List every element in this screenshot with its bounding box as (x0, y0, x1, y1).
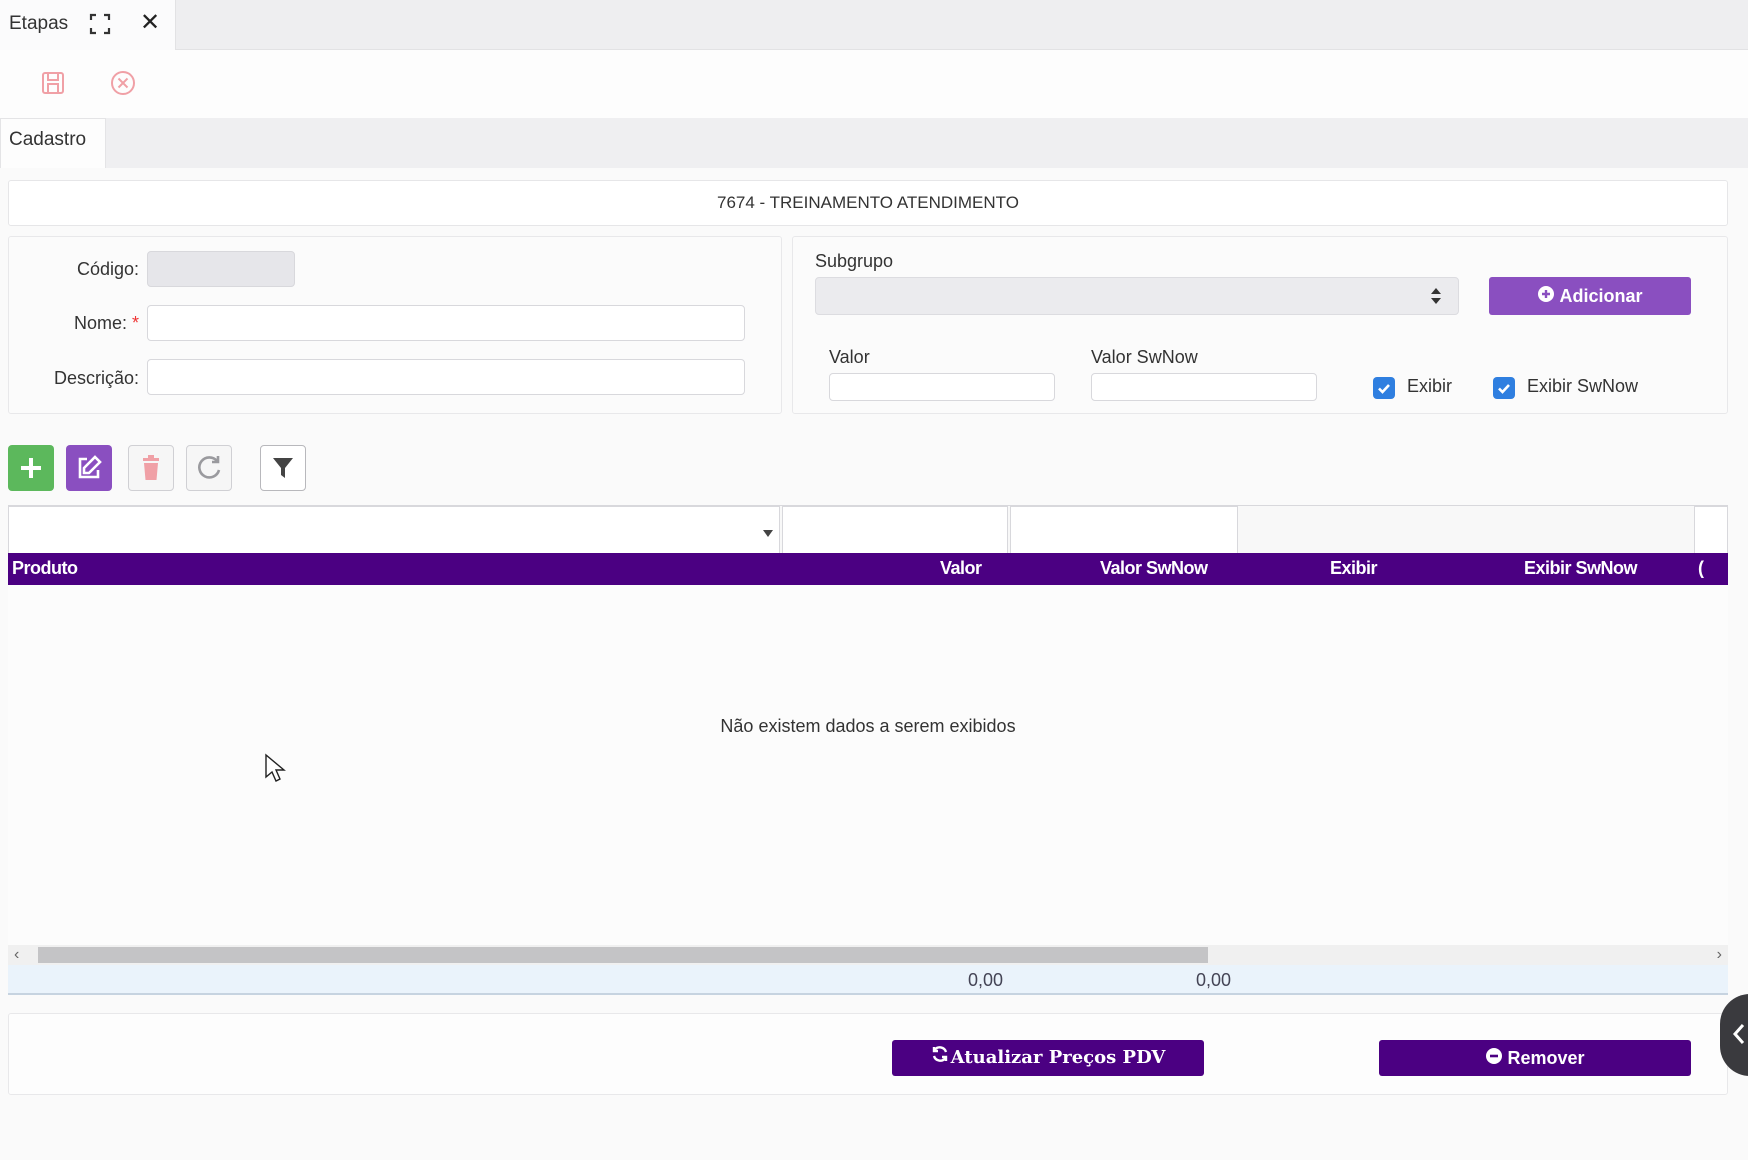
record-title: 7674 - TREINAMENTO ATENDIMENTO (8, 180, 1728, 226)
toolbar (0, 50, 1748, 118)
subgrupo-label: Subgrupo (815, 251, 894, 271)
main-form-panel: Código: Nome: * Descrição: (8, 236, 782, 414)
cursor-icon (264, 753, 286, 788)
valor-swnow-input[interactable] (1091, 373, 1317, 401)
scroll-thumb[interactable] (38, 947, 1208, 963)
filter-produto[interactable] (8, 506, 780, 554)
col-exibir[interactable]: Exibir (1330, 558, 1378, 579)
exibir-checkbox[interactable] (1373, 377, 1395, 399)
filter-valor[interactable] (782, 506, 1008, 554)
grid-filter-row (8, 505, 1728, 554)
codigo-input (147, 251, 295, 287)
filter-valor-swnow[interactable] (1010, 506, 1238, 554)
col-valor-swnow[interactable]: Valor SwNow (1100, 558, 1208, 579)
valor-input[interactable] (829, 373, 1055, 401)
minus-circle-icon (1485, 1041, 1503, 1077)
atualizar-precos-button[interactable]: Atualizar Preços PDV (892, 1040, 1204, 1076)
refresh-icon (198, 456, 221, 479)
select-arrows-icon (1430, 287, 1442, 310)
section-tabs: Cadastro (0, 118, 1748, 168)
chevron-left-icon (1732, 1022, 1746, 1051)
edit-row-button[interactable] (66, 445, 112, 491)
total-valor-swnow: 0,00 (1196, 970, 1232, 990)
total-valor: 0,00 (968, 970, 1004, 990)
adicionar-label: Adicionar (1559, 286, 1643, 306)
nome-label: Nome: * (73, 313, 139, 333)
adicionar-button[interactable]: Adicionar (1489, 277, 1691, 315)
scroll-left-icon[interactable]: ‹ (14, 946, 19, 964)
atualizar-precos-label: Atualizar Preços PDV (950, 1047, 1166, 1068)
window-tabstrip: Etapas ✕ (0, 0, 1748, 50)
delete-row-button[interactable] (128, 445, 174, 491)
plus-circle-icon (1537, 278, 1555, 316)
exibir-label: Exibir (1407, 376, 1453, 396)
col-produto[interactable]: Produto (12, 558, 78, 579)
edit-icon (78, 455, 102, 479)
filter-icon (273, 458, 293, 478)
bottom-actions-panel: Atualizar Preços PDV Remover (8, 1013, 1728, 1095)
sync-icon (931, 1040, 949, 1076)
exibir-swnow-checkbox[interactable] (1493, 377, 1515, 399)
app-root: Etapas ✕ Cadastro 7674 - TREINAMENTO ATE… (0, 0, 1748, 1160)
descricao-input[interactable] (147, 359, 745, 395)
valor-label: Valor (829, 347, 870, 367)
col-extra[interactable]: ( (1698, 558, 1704, 579)
grid-horizontal-scrollbar[interactable]: ‹ › (8, 945, 1728, 965)
remover-button[interactable]: Remover (1379, 1040, 1691, 1076)
empty-message: Não existem dados a serem exibidos (720, 716, 1016, 736)
save-icon[interactable] (38, 68, 68, 98)
plus-icon (21, 458, 41, 478)
dropdown-arrow-icon (763, 525, 773, 543)
nome-input[interactable] (147, 305, 745, 341)
codigo-label: Código: (76, 259, 139, 279)
descricao-label: Descrição: (53, 368, 139, 388)
tab-cadastro-label: Cadastro (9, 129, 87, 150)
trash-icon (143, 455, 159, 480)
main-content: 7674 - TREINAMENTO ATENDIMENTO Código: N… (0, 168, 1748, 1160)
grid-totals: 0,00 0,00 (8, 965, 1728, 995)
scroll-right-icon[interactable]: › (1717, 946, 1722, 964)
maximize-icon[interactable] (88, 12, 112, 36)
refresh-button[interactable] (186, 445, 232, 491)
grid-body: Não existem dados a serem exibidos (8, 585, 1728, 945)
window-title: Etapas (9, 13, 69, 34)
filter-button[interactable] (260, 445, 306, 491)
remover-label: Remover (1507, 1048, 1585, 1068)
close-icon[interactable]: ✕ (138, 10, 162, 36)
tab-cadastro[interactable]: Cadastro (0, 118, 106, 168)
required-mark: * (131, 313, 139, 333)
filter-extra[interactable] (1694, 506, 1728, 554)
window-tab-etapas[interactable]: Etapas ✕ (0, 0, 176, 50)
cancel-icon[interactable] (108, 68, 138, 98)
exibir-swnow-label: Exibir SwNow (1527, 376, 1639, 396)
add-row-button[interactable] (8, 445, 54, 491)
subgrupo-select[interactable] (815, 277, 1459, 315)
col-exibir-swnow[interactable]: Exibir SwNow (1524, 558, 1638, 579)
grid-header: Produto Valor Valor SwNow Exibir Exibir … (8, 553, 1728, 585)
valor-swnow-label: Valor SwNow (1091, 347, 1198, 367)
col-valor[interactable]: Valor (940, 558, 982, 579)
subgroup-panel: Subgrupo Adicionar Valor Valor SwNow Exi… (792, 236, 1728, 414)
